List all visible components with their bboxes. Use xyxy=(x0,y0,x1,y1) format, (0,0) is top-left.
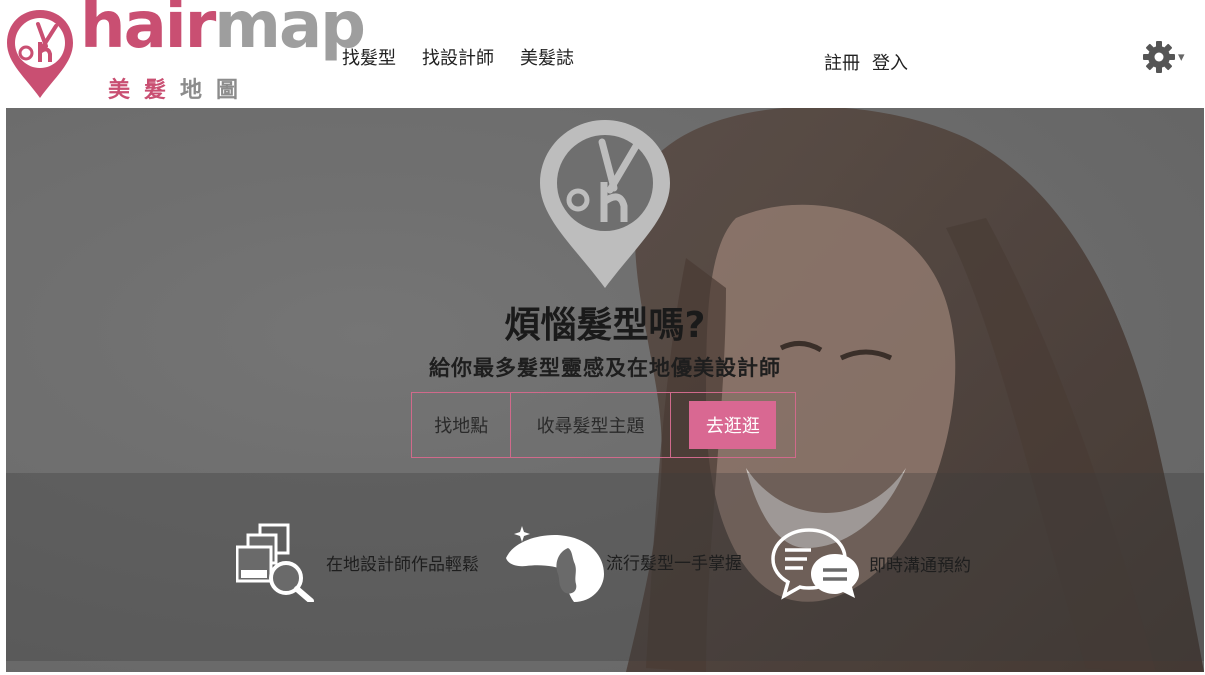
hero-subtitle: 給你最多髮型靈感及在地優美設計師 xyxy=(429,356,781,380)
login-link[interactable]: 登入 xyxy=(872,49,908,75)
hairmap-logo[interactable]: hairmap 美髮地圖 xyxy=(4,0,366,103)
register-link[interactable]: 註冊 xyxy=(824,49,860,75)
nav-find-designer[interactable]: 找設計師 xyxy=(422,44,494,70)
logo-pin-icon xyxy=(7,10,73,98)
nav-hair-magazine[interactable]: 美髮誌 xyxy=(520,44,574,70)
gallery-search-icon xyxy=(236,523,314,602)
gear-icon xyxy=(1143,41,1175,73)
topic-search-field[interactable]: 收尋髮型主題 xyxy=(511,393,671,457)
hero-title: 煩惱髮型嗎? xyxy=(504,305,706,346)
logo-wordmark: hairmap xyxy=(80,0,366,58)
logo-subtitle-part2: 地圖 xyxy=(180,77,253,103)
logo-subtitle-part1: 美髮 xyxy=(108,77,181,103)
chevron-down-icon: ▾ xyxy=(1178,49,1185,65)
location-search-field[interactable]: 找地點 xyxy=(412,393,512,457)
auth-links: 註冊 登入 xyxy=(824,49,908,75)
feature-label-designers: 在地設計師作品輕鬆 xyxy=(326,554,479,575)
nav-find-hairstyle[interactable]: 找髮型 xyxy=(342,44,396,70)
chat-bubbles-icon xyxy=(771,528,859,600)
hair-profile-icon xyxy=(506,526,604,602)
hero-search-bar: 找地點 收尋髮型主題 去逛逛 xyxy=(411,392,796,458)
site-header: hairmap 美髮地圖 找髮型 找設計師 美髮誌 註冊 登入 ▾ xyxy=(0,0,1205,108)
feature-item-trends: 流行髮型一手掌握 xyxy=(504,518,742,604)
settings-menu-button[interactable]: ▾ xyxy=(1142,40,1185,74)
main-nav: 找髮型 找設計師 美髮誌 xyxy=(342,44,574,70)
feature-item-designers: 在地設計師作品輕鬆 xyxy=(236,522,479,602)
logo-subtitle: 美髮地圖 xyxy=(108,72,252,104)
feature-label-booking: 即時溝通預約 xyxy=(869,555,971,576)
go-button-container: 去逛逛 xyxy=(671,393,795,457)
logo-word-hair: hair xyxy=(80,0,216,63)
hero-section: 煩惱髮型嗎? 給你最多髮型靈感及在地優美設計師 找地點 收尋髮型主題 去逛逛 在… xyxy=(6,108,1204,672)
browse-button[interactable]: 去逛逛 xyxy=(689,401,777,449)
hero-logo-pin-icon xyxy=(540,120,670,288)
feature-label-trends: 流行髮型一手掌握 xyxy=(606,553,742,574)
feature-item-booking: 即時溝通預約 xyxy=(771,526,971,600)
